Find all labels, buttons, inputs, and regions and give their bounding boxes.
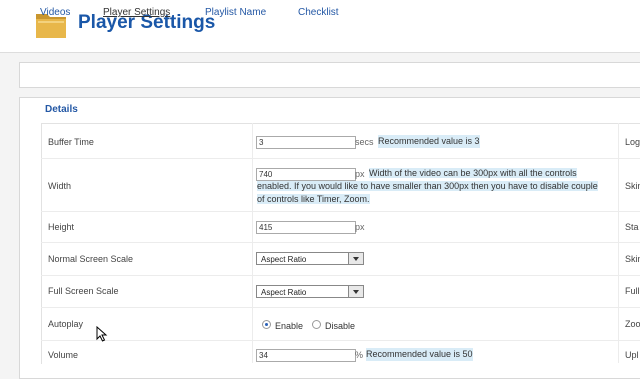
tab-videos[interactable]: Videos xyxy=(40,7,70,18)
volume-unit: % xyxy=(355,350,364,360)
autoplay-disable-radio[interactable] xyxy=(312,320,321,329)
mouse-cursor-icon xyxy=(96,326,108,342)
tab-player-settings[interactable]: Player Settings xyxy=(103,7,170,18)
width-hint: Width of the video can be 300px with all… xyxy=(257,168,598,204)
select-value: Aspect Ratio xyxy=(261,255,307,264)
right-column-label: Skin xyxy=(625,254,640,264)
full-screen-scale-select[interactable]: Aspect Ratio xyxy=(256,285,364,298)
column-divider xyxy=(252,123,253,363)
volume-label: Volume xyxy=(48,350,79,360)
buffer-time-input[interactable]: 3 xyxy=(256,136,356,149)
row-divider xyxy=(41,211,640,212)
height-input[interactable]: 415 xyxy=(256,221,356,234)
height-label: Height xyxy=(48,222,75,232)
right-column-label: Full xyxy=(625,286,640,296)
autoplay-enable-radio[interactable] xyxy=(262,320,271,329)
autoplay-enable-label[interactable]: Enable xyxy=(275,321,303,331)
right-column-label: Sta xyxy=(625,222,639,232)
row-divider xyxy=(41,242,640,243)
right-column-label: Skin xyxy=(625,181,640,191)
row-divider xyxy=(41,340,640,341)
tab-checklist[interactable]: Checklist xyxy=(298,7,339,18)
column-divider xyxy=(618,123,619,363)
normal-screen-scale-select[interactable]: Aspect Ratio xyxy=(256,252,364,265)
chevron-down-icon[interactable] xyxy=(348,253,363,264)
right-column-label: Zoo xyxy=(625,319,640,329)
buffer-time-hint: Recommended value is 3 xyxy=(378,135,480,148)
row-divider xyxy=(41,307,640,308)
normal-screen-scale-label: Normal Screen Scale xyxy=(48,254,134,264)
row-divider xyxy=(41,158,640,159)
volume-hint: Recommended value is 50 xyxy=(366,348,473,361)
full-screen-scale-label: Full Screen Scale xyxy=(48,286,119,296)
buffer-time-unit: secs xyxy=(355,137,374,147)
tab-bar xyxy=(19,62,640,88)
height-unit: px xyxy=(355,222,365,232)
details-legend: Details xyxy=(41,104,82,115)
right-column-label: Upl xyxy=(625,350,639,360)
right-column-label: Log xyxy=(625,137,640,147)
row-divider xyxy=(41,275,640,276)
tab-playlist-name[interactable]: Playlist Name xyxy=(205,7,266,18)
select-value: Aspect Ratio xyxy=(261,288,307,297)
buffer-time-label: Buffer Time xyxy=(48,137,94,147)
volume-input[interactable]: 34 xyxy=(256,349,356,362)
width-label: Width xyxy=(48,181,72,191)
autoplay-disable-label[interactable]: Disable xyxy=(325,321,355,331)
chevron-down-icon[interactable] xyxy=(348,286,363,297)
autoplay-label: Autoplay xyxy=(48,319,84,329)
